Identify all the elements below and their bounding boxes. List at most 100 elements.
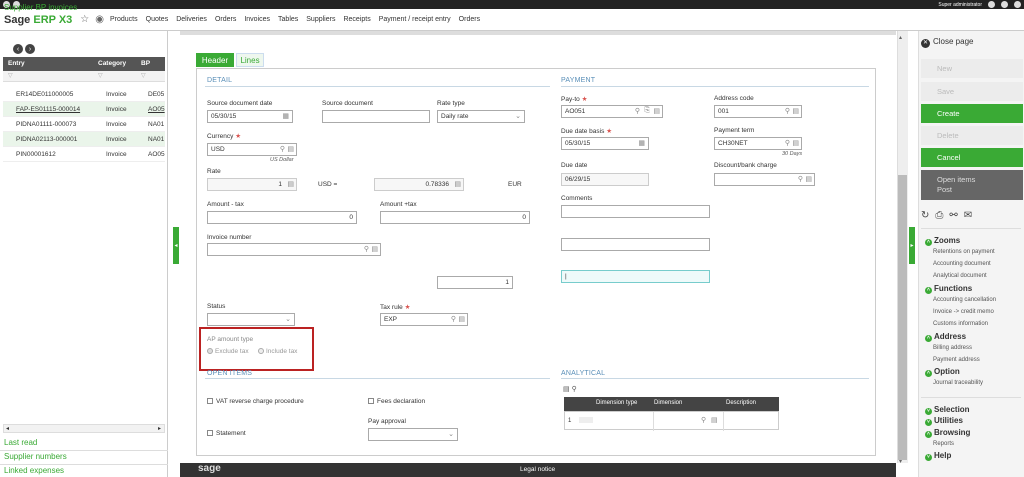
search-icon[interactable]: ⚲: [280, 145, 285, 153]
attachment-icon[interactable]: ⚯: [949, 210, 957, 221]
star-icon[interactable]: ☆: [80, 14, 89, 25]
menu-suppliers[interactable]: Suppliers: [306, 16, 335, 23]
vat-reverse-checkbox[interactable]: VAT reverse charge procedure: [207, 398, 304, 405]
due-date-basis-input[interactable]: 05/30/15 ▦: [561, 137, 649, 150]
filter-icon[interactable]: ▽: [141, 72, 146, 79]
detail-icon[interactable]: ▤: [454, 180, 461, 188]
link-retentions-on-payment[interactable]: Retentions on payment: [933, 249, 995, 255]
discount-input[interactable]: ⚲ ▤: [714, 173, 815, 186]
collapse-right-handle[interactable]: ▸: [909, 227, 915, 264]
currency-input[interactable]: USD ⚲ ▤: [207, 143, 297, 156]
statement-checkbox[interactable]: Statement: [207, 430, 246, 437]
count-input[interactable]: 1: [437, 276, 513, 289]
col-entry[interactable]: Entry: [8, 60, 25, 67]
legal-notice-link[interactable]: Legal notice: [520, 466, 555, 473]
filter-icon[interactable]: ▽: [98, 72, 103, 79]
address-section[interactable]: ˄ Address: [925, 332, 966, 342]
menu-payment-receipt-entry[interactable]: Payment / receipt entry: [379, 16, 451, 23]
link-payment-address[interactable]: Payment address: [933, 357, 980, 363]
tax-rule-input[interactable]: EXP ⚲ ▤: [380, 313, 468, 326]
left-panel-title[interactable]: Supplier BP invoices: [4, 3, 77, 12]
functions-section[interactable]: ˄ Functions: [925, 284, 972, 294]
new-button[interactable]: New: [921, 59, 1023, 78]
menu-orders[interactable]: Orders: [215, 16, 236, 23]
calendar-icon[interactable]: ▦: [282, 112, 289, 120]
table-row[interactable]: 1 ⚲ ▤: [564, 411, 779, 431]
col-bp[interactable]: BP: [141, 60, 150, 67]
pay-to-input[interactable]: AO051 ⚲ ⎘ ▤: [561, 105, 663, 118]
grid-icon[interactable]: [988, 1, 995, 8]
detail-icon[interactable]: ▤: [711, 416, 718, 424]
zooms-section[interactable]: ˄ Zooms: [925, 236, 960, 246]
option-section[interactable]: ˄ Option: [925, 367, 960, 377]
detail-icon[interactable]: ▤: [805, 175, 812, 183]
detail-icon[interactable]: ▤: [458, 315, 465, 323]
search-icon[interactable]: ⚲: [785, 107, 790, 115]
address-code-input[interactable]: 001 ⚲ ▤: [714, 105, 802, 118]
refresh-icon[interactable]: ↻: [921, 210, 929, 221]
table-row[interactable]: PIDNA01111-000073 Invoice NA01: [3, 117, 165, 132]
detail-icon[interactable]: ▤: [371, 245, 378, 253]
amount-tax-input[interactable]: 0: [207, 211, 357, 224]
detail-icon[interactable]: ▤: [792, 139, 799, 147]
link-accounting-cancellation[interactable]: Accounting cancellation: [933, 297, 996, 303]
tab-header[interactable]: Header: [196, 53, 234, 67]
search-icon[interactable]: ⚲: [364, 245, 369, 253]
scroll-down-icon[interactable]: ▾: [899, 458, 902, 465]
menu-products[interactable]: Products: [110, 16, 138, 23]
menu-orders-2[interactable]: Orders: [459, 16, 480, 23]
detail-icon[interactable]: ▤: [287, 180, 294, 188]
link-supplier-numbers[interactable]: Supplier numbers: [4, 452, 67, 461]
filter-icon[interactable]: ▽: [8, 72, 13, 79]
close-page-button[interactable]: ✕ Close page: [921, 37, 973, 48]
col-description[interactable]: Description: [726, 400, 756, 406]
rate-input-1[interactable]: 1 ▤: [207, 178, 297, 191]
comments-input-2[interactable]: [561, 238, 710, 251]
search-icon[interactable]: ⚲: [572, 386, 577, 393]
link-analytical-document[interactable]: Analytical document: [933, 273, 987, 279]
invoice-number-input[interactable]: ⚲ ▤: [207, 243, 381, 256]
browsing-section[interactable]: ˄ Browsing: [925, 428, 970, 438]
col-dimension-type[interactable]: Dimension type: [596, 400, 637, 406]
row-selector[interactable]: [579, 417, 593, 423]
help-icon[interactable]: [1014, 1, 1021, 8]
save-button[interactable]: Save: [921, 82, 1023, 101]
print-icon[interactable]: ⎙: [935, 210, 943, 221]
source-doc-date-input[interactable]: 05/30/15 ▦: [207, 110, 293, 123]
link-customs-information[interactable]: Customs information: [933, 321, 988, 327]
search-icon[interactable]: ⚲: [451, 315, 456, 323]
collapse-left-handle[interactable]: ◂: [173, 227, 179, 264]
menu-tables[interactable]: Tables: [278, 16, 298, 23]
globe-icon[interactable]: [1001, 1, 1008, 8]
prev-icon[interactable]: ‹: [13, 44, 23, 54]
detail-icon[interactable]: ▤: [287, 145, 294, 153]
search-icon[interactable]: ⚲: [701, 416, 706, 424]
table-row[interactable]: PIN00001612 Invoice AO05: [3, 147, 165, 162]
calendar-icon[interactable]: ▦: [638, 139, 645, 147]
search-icon[interactable]: ⚲: [798, 175, 803, 183]
table-row[interactable]: ER14DE011000005 Invoice DE05: [3, 87, 165, 102]
chevron-down-icon[interactable]: ◉: [95, 14, 104, 25]
rate-input-2[interactable]: 0.78336 ▤: [374, 178, 464, 191]
fees-declaration-checkbox[interactable]: Fees declaration: [368, 398, 425, 405]
menu-invoices[interactable]: Invoices: [244, 16, 270, 23]
search-icon[interactable]: ⚲: [785, 139, 790, 147]
scroll-left-icon[interactable]: ◂: [6, 425, 9, 432]
cancel-button[interactable]: Cancel: [921, 148, 1023, 167]
due-date-input[interactable]: 06/29/15: [561, 173, 649, 186]
col-category[interactable]: Category: [98, 60, 126, 67]
exclude-tax-radio[interactable]: Exclude tax: [207, 348, 249, 355]
user-name[interactable]: Super administrator: [938, 2, 982, 8]
include-tax-radio[interactable]: Include tax: [258, 348, 297, 355]
link-journal-traceability[interactable]: Journal traceability: [933, 380, 983, 386]
link-linked-expenses[interactable]: Linked expenses: [4, 466, 64, 475]
scrollbar-thumb[interactable]: [898, 175, 907, 460]
source-doc-input[interactable]: [322, 110, 430, 123]
comments-input-3[interactable]: |: [561, 270, 710, 283]
app-logo[interactable]: Sage ERP X3: [4, 14, 72, 26]
left-horizontal-scrollbar[interactable]: ◂ ▸: [3, 424, 165, 433]
copy-icon[interactable]: ⎘: [644, 107, 650, 115]
scroll-right-icon[interactable]: ▸: [158, 425, 161, 432]
menu-deliveries[interactable]: Deliveries: [176, 16, 207, 23]
detail-icon[interactable]: ▤: [653, 107, 660, 115]
